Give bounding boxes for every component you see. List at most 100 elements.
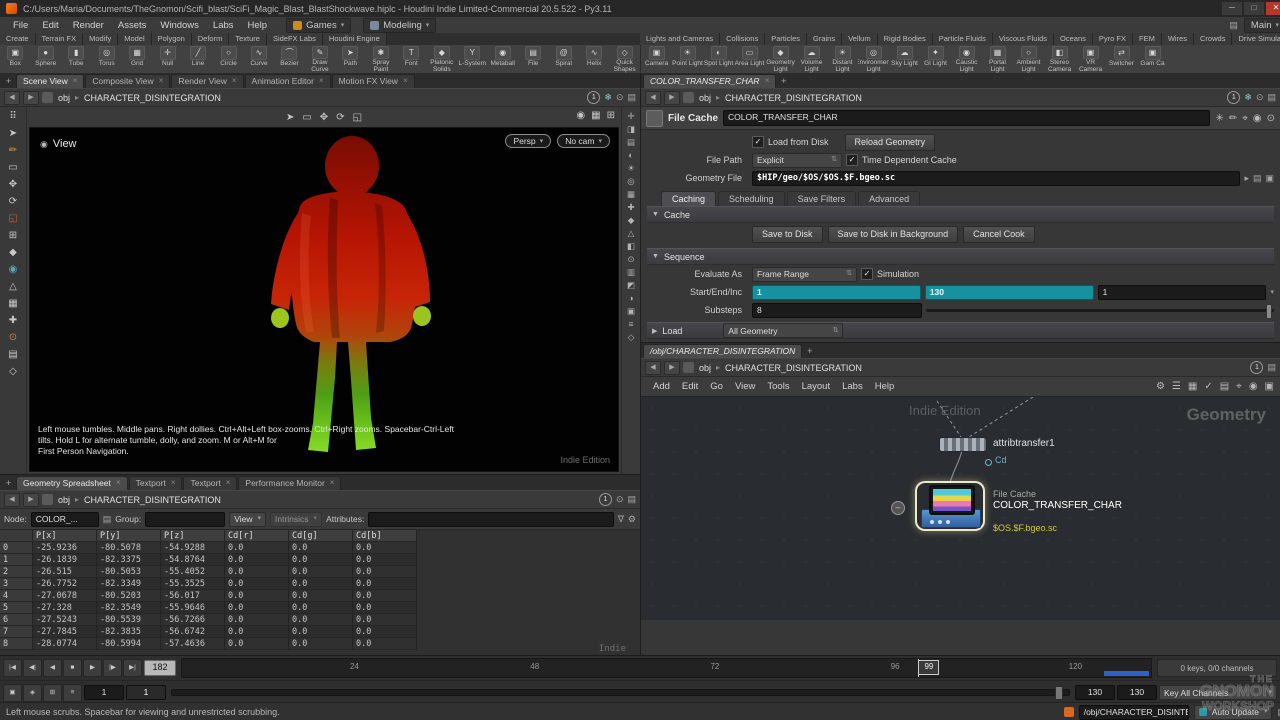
pane-tab[interactable]: Render View × xyxy=(171,74,243,88)
close-icon[interactable]: × xyxy=(116,477,121,490)
pane-tab[interactable]: Performance Monitor × xyxy=(238,476,341,490)
context-path-field[interactable]: /obj/CHARACTER_DISINTEGRATION xyxy=(1079,705,1189,720)
close-button[interactable]: ✕ xyxy=(1266,2,1280,15)
range-inc-field[interactable]: 1 xyxy=(1098,285,1267,300)
shelf-tool[interactable]: ◎ Torus xyxy=(91,45,121,73)
menu-item[interactable]: Help xyxy=(241,20,275,31)
intrinsics-dropdown[interactable]: Intrinsics ▾ xyxy=(270,512,322,527)
table-row[interactable]: 2 -26.515 -80.5053 -55.4052 0.0 0.0 0.0 xyxy=(0,566,640,578)
transport-button[interactable]: ▶| xyxy=(123,659,142,677)
table-row[interactable]: 3 -26.7752 -82.3349 -55.3525 0.0 0.0 0.0 xyxy=(0,578,640,590)
transport-button[interactable]: |◀ xyxy=(3,659,22,677)
playbar-option-icon[interactable]: ▣ xyxy=(3,684,22,702)
desktop-dropdown[interactable]: Main ▾ xyxy=(1244,18,1280,33)
cache-action-button[interactable]: Save to Disk xyxy=(752,226,823,243)
pane-tab[interactable]: /obj/CHARACTER_DISINTEGRATION xyxy=(643,344,802,358)
shelf-tool[interactable]: ▮ Tube xyxy=(61,45,91,73)
display-option-icon[interactable]: ✚ xyxy=(627,202,634,212)
close-icon[interactable]: × xyxy=(765,75,770,88)
shelf-tab[interactable]: Oceans xyxy=(1054,33,1093,45)
modeling-dropdown[interactable]: Modeling ▾ xyxy=(363,18,436,33)
pane-tab[interactable]: Composite View × xyxy=(85,74,170,88)
transport-button[interactable]: ▶ xyxy=(83,659,102,677)
param-folder-tab[interactable]: Scheduling xyxy=(718,191,785,206)
file-chooser-icon[interactable]: ▤ xyxy=(1253,173,1262,184)
back-button[interactable]: ◀ xyxy=(645,91,661,105)
shelf-tab[interactable]: SideFX Labs xyxy=(267,33,323,45)
drag-handle-icon[interactable]: ⠿ xyxy=(9,110,16,123)
shelf-tool[interactable]: ⌒ Bezier xyxy=(274,45,304,73)
viewport-tool-icon[interactable]: ⟳ xyxy=(9,195,17,208)
freeze-icon[interactable]: ❄ xyxy=(1244,92,1252,103)
pane-menu-icon[interactable]: ▤ xyxy=(1267,92,1276,103)
output-connector[interactable] xyxy=(985,459,992,466)
shelf-tab[interactable]: Create xyxy=(0,33,36,45)
playbar-option-icon[interactable]: ◈ xyxy=(23,684,42,702)
shelf-tab[interactable]: Particle Fluids xyxy=(933,33,993,45)
global-range-start-field[interactable]: 1 xyxy=(84,685,124,700)
close-icon[interactable]: × xyxy=(226,477,231,490)
shelf-tab[interactable]: Wires xyxy=(1162,33,1194,45)
playbar-option-icon[interactable]: ≡ xyxy=(63,684,82,702)
shelf-tool[interactable]: ∿ Curve xyxy=(244,45,274,73)
shelf-tool[interactable]: ▣ VR Camera xyxy=(1075,45,1106,73)
transport-button[interactable]: ◀ xyxy=(43,659,62,677)
display-option-icon[interactable]: ◩ xyxy=(627,280,635,290)
display-option-icon[interactable]: ◎ xyxy=(627,176,634,186)
view-dropdown[interactable]: View ▾ xyxy=(229,512,266,527)
viewport-tool-icon[interactable]: ▦ xyxy=(8,297,17,310)
link-badge[interactable]: 1 xyxy=(1250,361,1263,374)
forward-button[interactable]: ▶ xyxy=(664,361,680,375)
menu-item[interactable]: Render xyxy=(66,20,111,31)
range-start-field[interactable]: 1 xyxy=(752,285,921,300)
shelf-tool[interactable]: ╱ Line xyxy=(183,45,213,73)
pane-menu-icon[interactable]: ▤ xyxy=(1267,362,1276,373)
shelf-tab[interactable]: Rigid Bodies xyxy=(878,33,933,45)
display-option-icon[interactable]: ◨ xyxy=(627,124,635,134)
shelf-tab[interactable]: Grains xyxy=(807,33,842,45)
display-option-icon[interactable]: ◧ xyxy=(627,241,635,251)
ladder-icon[interactable]: ▾ xyxy=(1270,288,1274,296)
key-all-channels-dropdown[interactable]: Key All Channels ▾ xyxy=(1159,685,1277,700)
viewport-tool-icon[interactable]: ✥ xyxy=(9,178,17,191)
viewport-tool-icon[interactable]: △ xyxy=(9,280,17,293)
file-chooser-icon[interactable]: ▸ xyxy=(1244,173,1249,184)
load-from-disk-checkbox[interactable]: ✓ xyxy=(752,136,764,148)
breadcrumb-root[interactable]: obj xyxy=(56,93,72,103)
display-option-icon[interactable]: ≡ xyxy=(629,319,634,329)
forward-button[interactable]: ▶ xyxy=(664,91,680,105)
substeps-field[interactable]: 8 xyxy=(752,303,922,318)
display-option-icon[interactable]: ▥ xyxy=(627,267,635,277)
shelf-tool[interactable]: ▤ File xyxy=(518,45,548,73)
viewport-tool-icon[interactable]: ▭ xyxy=(8,161,17,174)
viewport-tool-icon[interactable]: ◆ xyxy=(9,246,17,259)
gear-icon[interactable]: ⚙ xyxy=(628,514,636,525)
pane-tab[interactable]: Textport × xyxy=(183,476,237,490)
viewport-mode-icon[interactable]: ▭ xyxy=(302,112,311,123)
viewport-option-icon[interactable]: ◉ xyxy=(576,110,585,121)
breadcrumb-node[interactable]: CHARACTER_DISINTEGRATION xyxy=(723,93,864,103)
viewport-mode-icon[interactable]: ⟳ xyxy=(336,112,344,123)
network-toolbar-icon[interactable]: ⌖ xyxy=(1236,381,1242,392)
display-option-icon[interactable]: ⊙ xyxy=(627,254,634,264)
shelf-tool[interactable]: ◉ Caustic Light xyxy=(951,45,982,73)
maximize-button[interactable]: □ xyxy=(1244,2,1264,15)
time-dependent-checkbox[interactable]: ✓ xyxy=(846,154,858,166)
shelf-tab[interactable]: Model xyxy=(118,33,151,45)
shelf-tool[interactable]: ▦ Grid xyxy=(122,45,152,73)
shelf-tab[interactable]: Pyro FX xyxy=(1093,33,1133,45)
transport-button[interactable]: |▶ xyxy=(103,659,122,677)
shelf-tool[interactable]: ◧ Stereo Camera xyxy=(1044,45,1075,73)
shelf-tool[interactable]: ⇄ Switcher xyxy=(1106,45,1137,73)
transport-button[interactable]: ◀| xyxy=(23,659,42,677)
close-icon[interactable]: × xyxy=(319,75,324,88)
table-row[interactable]: 4 -27.0678 -80.5203 -56.017 0.0 0.0 0.0 xyxy=(0,590,640,602)
shelf-tool[interactable]: ▣ Box xyxy=(0,45,30,73)
minimize-button[interactable]: ─ xyxy=(1222,2,1242,15)
display-option-icon[interactable]: ◑ xyxy=(628,293,633,303)
shelf-tool[interactable]: ◆ Platonic Solids xyxy=(427,45,457,73)
param-folder-tab[interactable]: Save Filters xyxy=(787,191,857,206)
display-option-icon[interactable]: ▤ xyxy=(627,137,635,147)
breadcrumb-root[interactable]: obj xyxy=(56,495,72,505)
shelf-tool[interactable]: ▣ Gam Ca xyxy=(1137,45,1168,73)
